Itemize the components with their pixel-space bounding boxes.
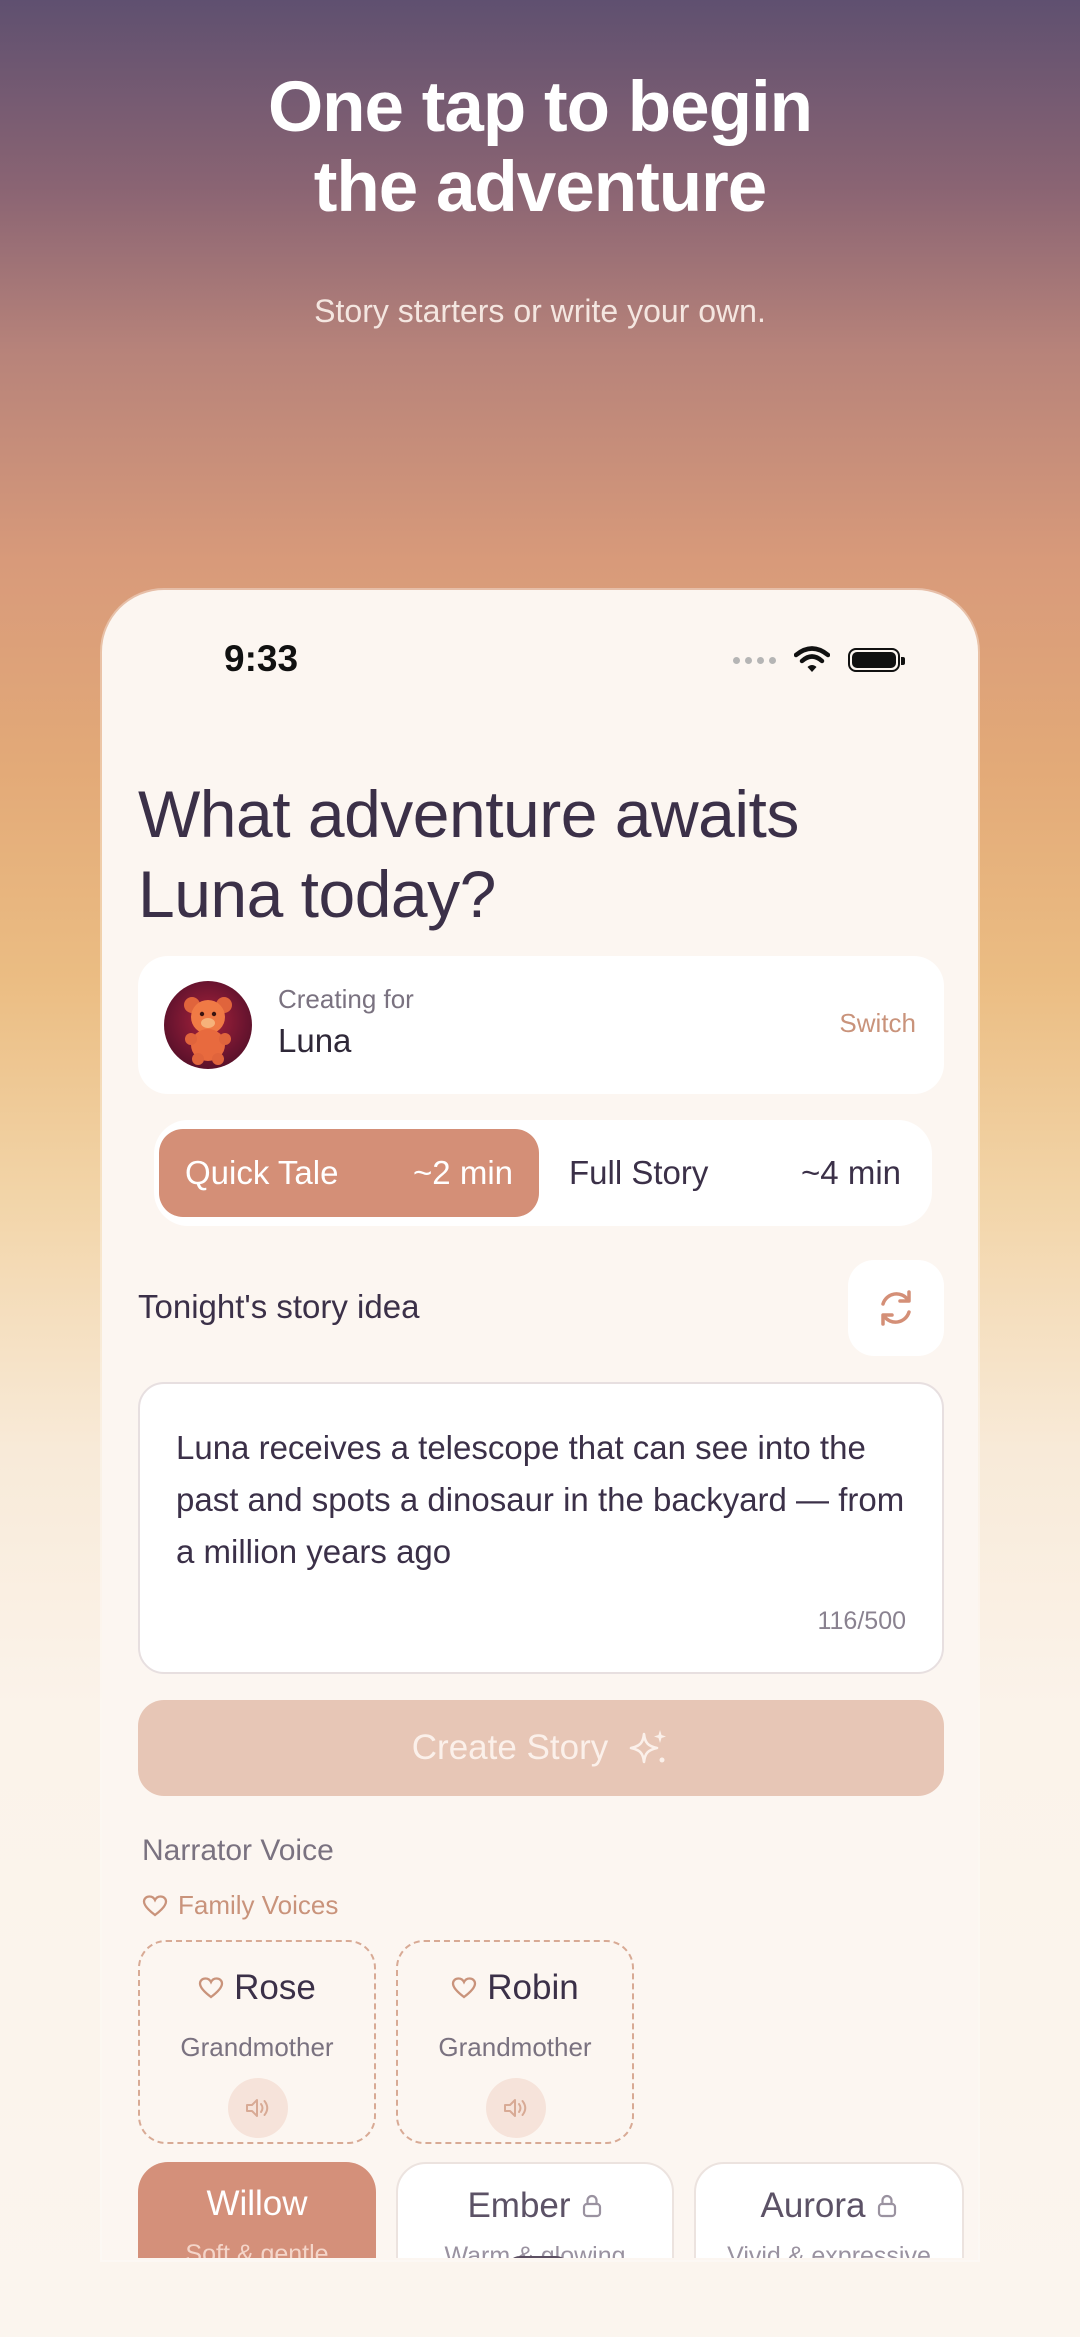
lock-icon [877,2194,896,2218]
family-voice-name: Robin [487,1968,579,2007]
story-idea-label: Tonight's story idea [138,1288,420,1325]
family-voice-name: Rose [234,1968,316,2007]
marketing-headline: One tap to begin the adventure [0,68,1080,228]
avatar [164,981,252,1069]
family-voices-text: Family Voices [178,1890,339,1920]
refresh-idea-button[interactable] [848,1260,944,1356]
refresh-icon [881,1290,911,1326]
narrator-voice-label: Narrator Voice [142,1834,334,1867]
voice-name: Willow [206,2184,308,2223]
create-story-label: Create Story [411,1728,609,1767]
voice-card-aurora[interactable]: Aurora Vivid & expressive [694,2162,964,2260]
headline-line-2: the adventure [313,148,768,227]
child-profile-card: Creating for Luna Switch [138,956,944,1094]
quick-tale-option[interactable]: Quick Tale ~2 min [159,1129,539,1217]
speaker-icon [504,2099,527,2117]
family-voice-title: Robin [398,1968,632,2008]
voice-title: Aurora [696,2186,962,2226]
voice-card-ember[interactable]: Ember Warm & glowing [396,2162,674,2260]
cellular-signal-icon [733,656,776,664]
full-story-option[interactable]: Full Story ~4 min [539,1129,927,1217]
family-voice-role: Grandmother [438,2032,592,2062]
character-count: 116/500 [817,1607,906,1635]
child-name: Luna [278,1022,352,1059]
quick-tale-duration: ~2 min [413,1154,513,1191]
sparkles-icon [629,1730,667,1764]
page-title: What adventure awaits Luna today? [138,774,938,934]
page-title-line-1: What adventure awaits [138,777,799,851]
family-voice-role: Grandmother [180,2032,334,2062]
story-idea-text: Luna receives a telescope that can see i… [176,1429,905,1570]
speaker-icon [246,2099,269,2117]
heart-icon [198,1977,224,1999]
marketing-subline: Story starters or write your own. [314,293,766,329]
switch-profile-button[interactable]: Switch [839,1008,916,1039]
family-voice-rose[interactable]: Rose Grandmother [138,1940,376,2144]
preview-voice-button[interactable] [486,2078,546,2138]
wifi-icon [794,646,830,672]
phone-screen: 9:33 What adventure awaits Luna today? C… [102,590,978,2260]
creating-for-label: Creating for [278,984,414,1014]
family-voice-robin[interactable]: Robin Grandmother [396,1940,634,2144]
voice-card-willow[interactable]: Willow Soft & gentle [138,2162,376,2260]
full-story-duration: ~4 min [801,1154,901,1191]
preview-voice-button[interactable] [228,2078,288,2138]
story-length-toggle: Quick Tale ~2 min Full Story ~4 min [154,1120,932,1226]
lock-icon [582,2194,601,2218]
heart-icon [452,1977,477,1999]
screen-bottom-edge [102,2258,978,2260]
heart-icon [142,1894,168,1916]
status-time: 9:33 [224,638,299,679]
story-idea-input[interactable]: Luna receives a telescope that can see i… [138,1382,944,1674]
teddy-bear-icon [184,997,232,1065]
voice-title: Ember [398,2186,672,2226]
page-title-line-2: Luna today? [138,857,496,931]
voice-description: Soft & gentle [185,2240,329,2260]
create-story-button[interactable]: Create Story [138,1700,944,1796]
full-story-label: Full Story [569,1154,709,1191]
battery-icon [848,648,905,672]
quick-tale-label: Quick Tale [185,1154,339,1191]
family-voices-label: Family Voices [142,1890,338,1921]
voice-name: Ember [467,2186,571,2225]
status-icons [733,646,905,674]
voice-name: Aurora [760,2186,866,2225]
family-voice-title: Rose [140,1968,374,2008]
headline-line-1: One tap to begin [267,68,813,147]
